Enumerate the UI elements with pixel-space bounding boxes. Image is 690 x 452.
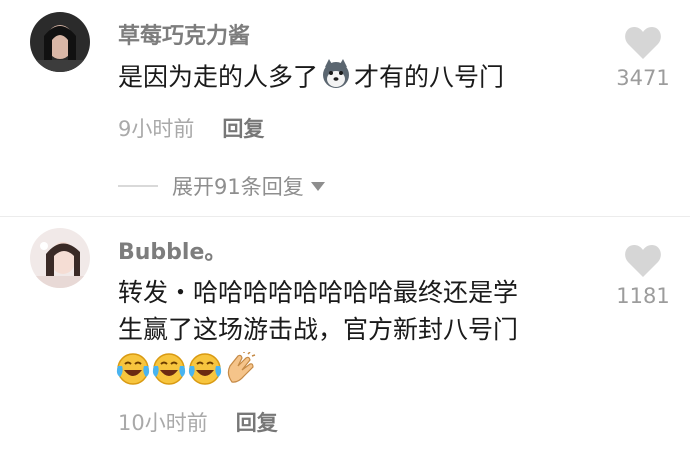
comment-divider	[0, 216, 690, 217]
comment-2-username[interactable]: Bubble。	[118, 234, 226, 266]
husky-emoji	[320, 58, 352, 99]
comment-1-reply-button[interactable]: 回复	[222, 113, 264, 143]
comment-1-time: 9小时前	[118, 117, 195, 141]
comment-1-like[interactable]: 3471	[613, 26, 673, 90]
laugh-cry-emoji	[152, 353, 186, 385]
caret-down-icon	[310, 182, 325, 191]
comment-2-reply-button[interactable]: 回复	[236, 407, 278, 437]
avatar-strawberry[interactable]	[30, 12, 90, 72]
expand-replies-label: 展开91条回复	[172, 175, 304, 199]
laugh-cry-emoji	[116, 353, 150, 385]
clap-emoji	[227, 352, 256, 383]
comment-2-like[interactable]: 1181	[613, 244, 673, 308]
comment-2-like-count: 1181	[616, 284, 670, 308]
comment-1-like-count: 3471	[616, 66, 670, 90]
comment-1-text-after: 才有的八号门	[354, 62, 505, 92]
comment-1-meta: 9小时前 回复	[118, 113, 264, 143]
expand-replies-button[interactable]: 展开91条回复	[118, 171, 326, 201]
heart-icon[interactable]	[624, 26, 662, 60]
heart-icon[interactable]	[624, 244, 662, 278]
laugh-cry-emoji	[188, 353, 222, 385]
comment-2-text-line-2: 生赢了这场游击战，官方新封八号门	[118, 315, 519, 344]
comment-2-emoji-row	[116, 352, 258, 386]
comment-2-text-line-1: 转发・哈哈哈哈哈哈哈哈最终还是学	[118, 278, 519, 307]
expand-divider-line	[118, 185, 158, 187]
comment-2-meta: 10小时前 回复	[118, 407, 278, 437]
comment-2-time: 10小时前	[118, 411, 208, 435]
comment-1-text-before: 是因为走的人多了	[118, 62, 319, 92]
comment-1-text: 是因为走的人多了 才有的八号门	[118, 58, 504, 99]
avatar-bubble[interactable]	[30, 228, 90, 288]
comment-1-username[interactable]: 草莓巧克力酱	[118, 18, 250, 50]
